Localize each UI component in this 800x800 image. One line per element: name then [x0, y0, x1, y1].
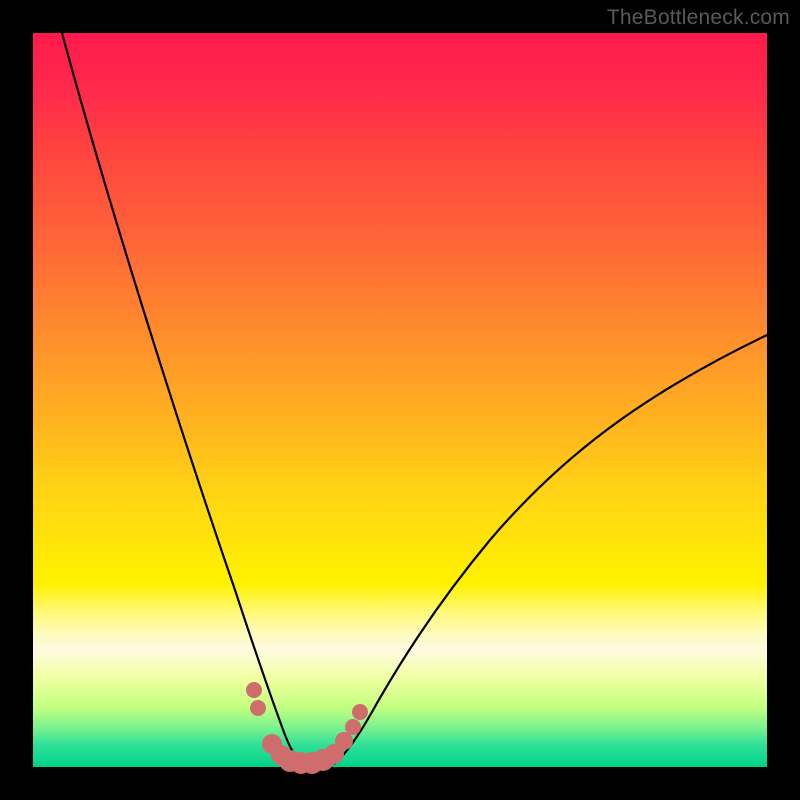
left-curve: [62, 33, 302, 764]
curves-layer: [62, 33, 767, 764]
marker-dot: [250, 700, 266, 716]
marker-dot: [246, 682, 262, 698]
bottom-markers: [246, 682, 368, 774]
marker-dot: [352, 704, 368, 720]
watermark-text: TheBottleneck.com: [607, 6, 790, 30]
marker-dot: [335, 732, 353, 750]
right-curve: [334, 335, 767, 764]
chart-svg: [0, 0, 800, 800]
chart-frame: TheBottleneck.com: [0, 0, 800, 800]
marker-dot: [345, 719, 361, 735]
